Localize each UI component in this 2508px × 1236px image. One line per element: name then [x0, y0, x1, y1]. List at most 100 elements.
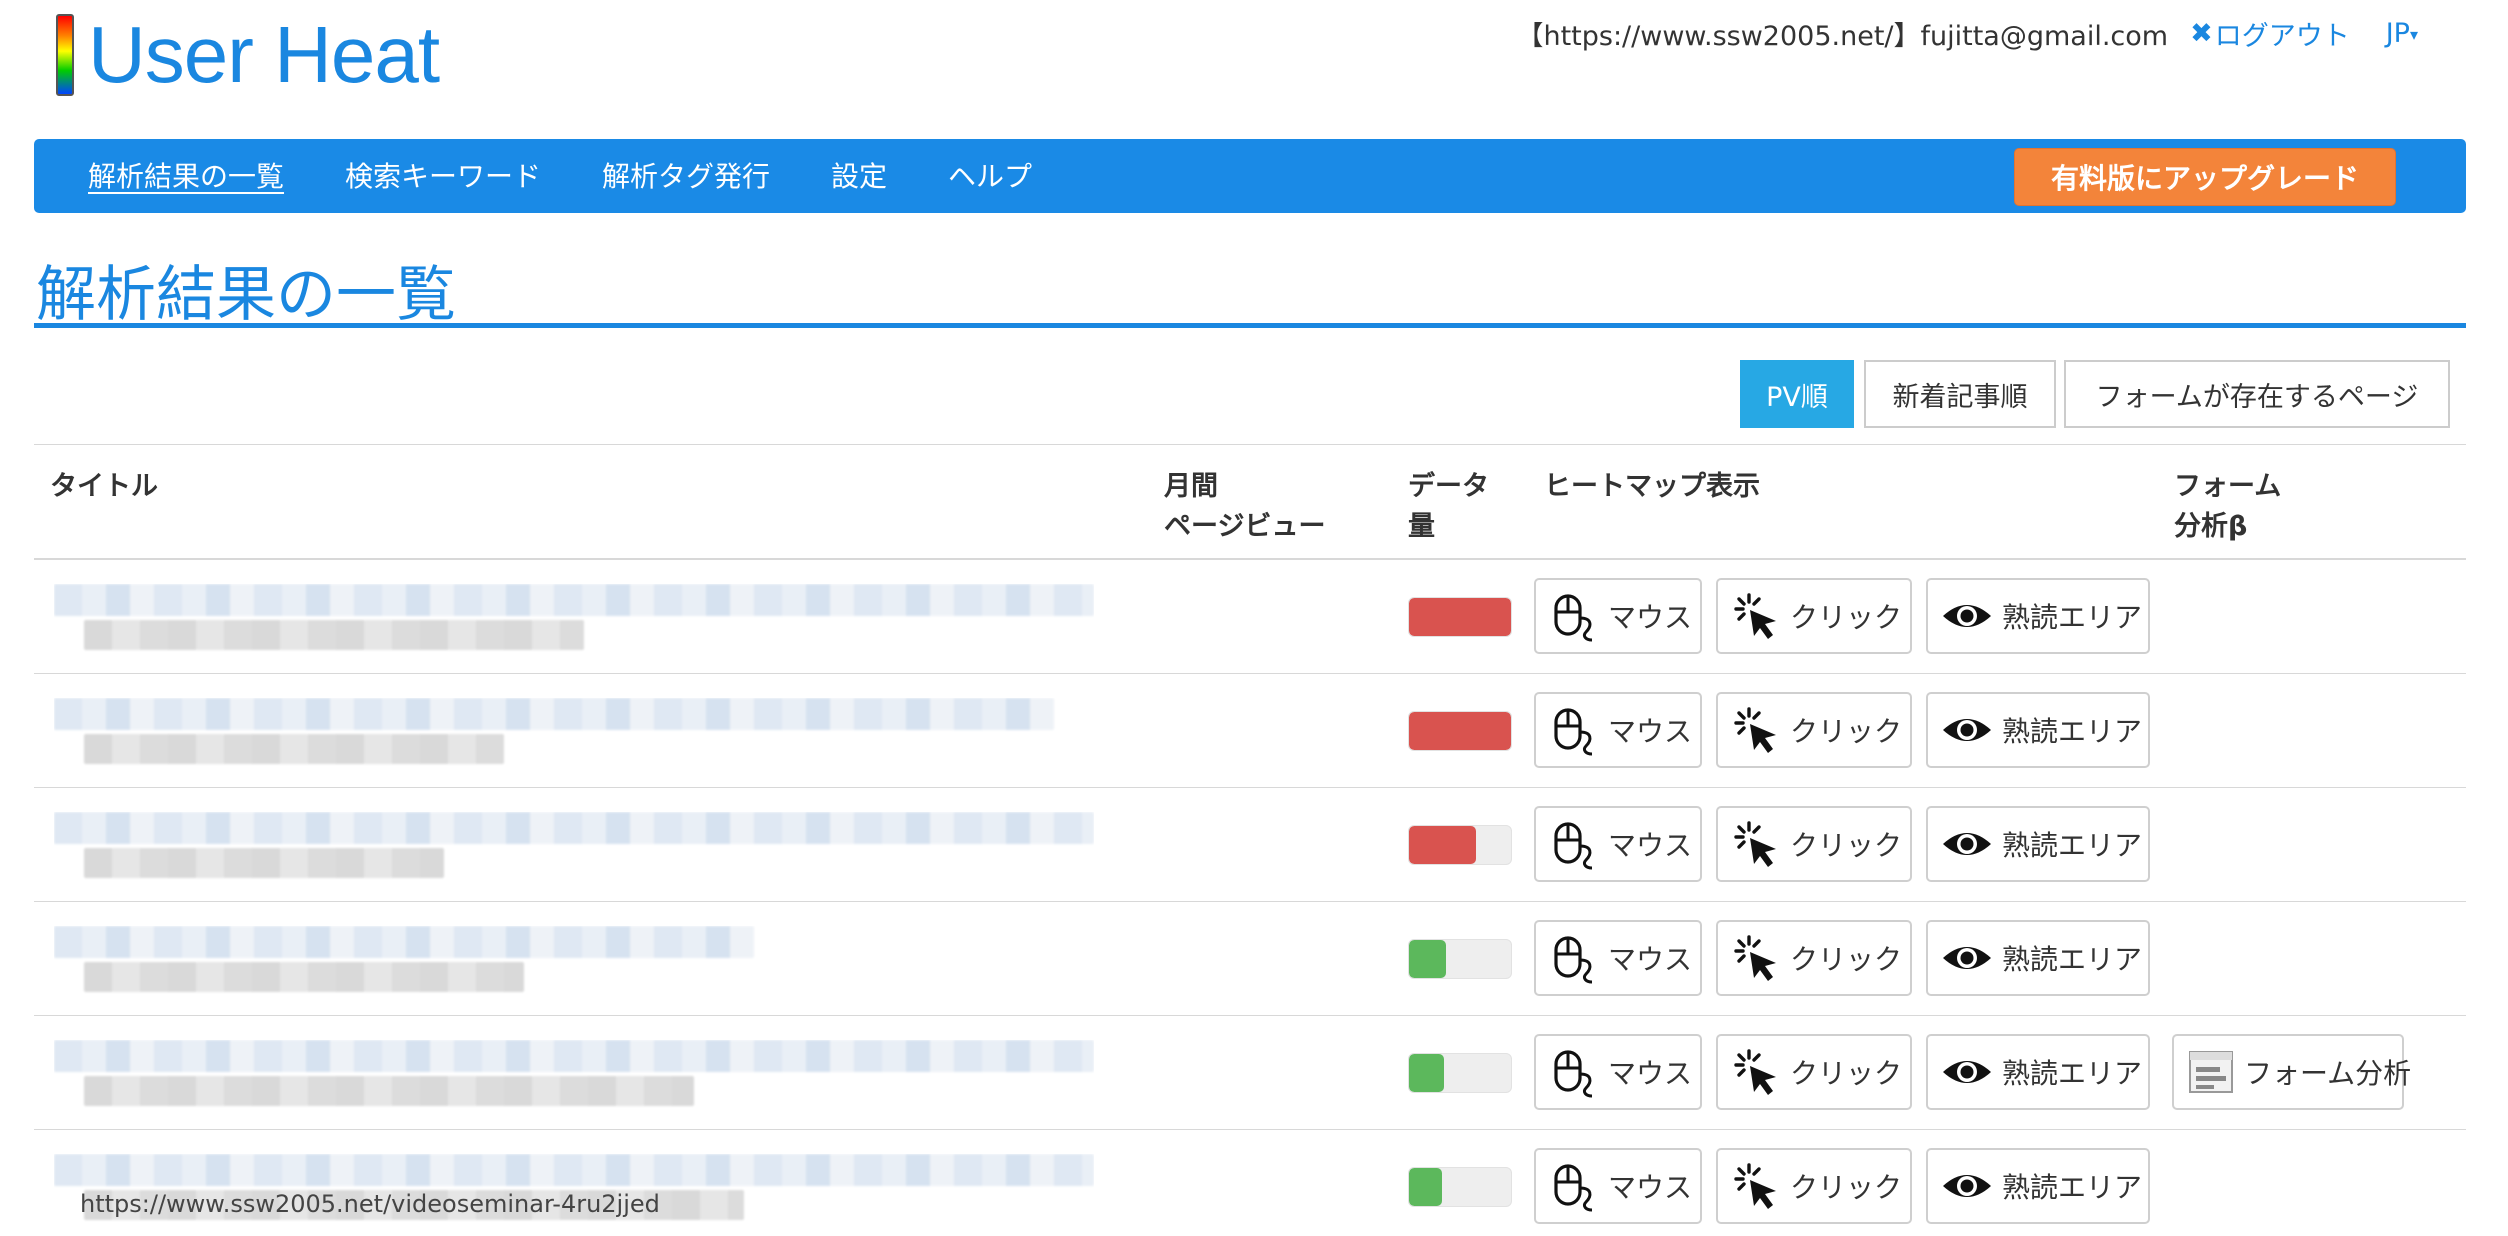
mouse-icon: [1554, 1050, 1593, 1098]
table-row: マウス クリック 熟読エリア: [34, 560, 2466, 674]
click-heatmap-button[interactable]: クリック: [1716, 578, 1912, 654]
redacted-url-line: [84, 734, 504, 764]
data-volume-fill: [1409, 1168, 1442, 1206]
click-heatmap-button[interactable]: クリック: [1716, 806, 1912, 882]
header-form-analysis: フォーム 分析β: [2174, 471, 2282, 542]
redacted-title-line: [54, 698, 1054, 730]
data-volume-meter: [1408, 711, 1512, 751]
cursor-click-icon: [1734, 1049, 1776, 1095]
redacted-title-line: [54, 584, 1094, 616]
mouse-icon: [1554, 708, 1593, 756]
form-analysis-button[interactable]: フォーム分析: [2172, 1034, 2411, 1110]
data-volume-meter: [1408, 597, 1512, 637]
reading-area-label: 熟読エリア: [2002, 829, 2143, 862]
click-heatmap-button[interactable]: クリック: [1716, 1034, 1912, 1110]
mouse-heatmap-button[interactable]: マウス: [1534, 578, 1702, 654]
data-volume-meter: [1408, 1167, 1512, 1207]
reading-area-label: 熟読エリア: [2002, 601, 2143, 634]
sort-new-button[interactable]: 新着記事順: [1864, 360, 2056, 428]
logo-text: User Heat: [88, 10, 440, 99]
mouse-icon: [1554, 594, 1593, 642]
nav-item-keywords[interactable]: 検索キーワード: [345, 155, 541, 195]
redacted-url-line: [84, 620, 584, 650]
account-bar: 【https://www.ssw2005.net/】fujitta@gmail.…: [1516, 14, 2418, 53]
mouse-heatmap-button[interactable]: マウス: [1534, 1034, 1702, 1110]
mouse-heatmap-button[interactable]: マウス: [1534, 920, 1702, 996]
eye-icon: [1943, 719, 1991, 741]
upgrade-button[interactable]: 有料版にアップグレード: [2014, 148, 2396, 206]
header-heatmap: ヒートマップ表示: [1544, 471, 1760, 502]
eye-icon: [1943, 1061, 1991, 1083]
cursor-click-icon: [1734, 707, 1776, 753]
page-title-redacted[interactable]: [54, 926, 1094, 1000]
redacted-url-line: [84, 848, 444, 878]
redacted-title-line: [54, 1040, 1094, 1072]
page-title-redacted[interactable]: [54, 698, 1094, 772]
nav-item-tag[interactable]: 解析タグ発行: [602, 155, 770, 195]
click-heatmap-button[interactable]: クリック: [1716, 920, 1912, 996]
mouse-label: マウス: [1608, 829, 1693, 862]
nav-item-settings[interactable]: 設定: [831, 155, 887, 195]
mouse-icon: [1554, 936, 1593, 984]
mouse-icon: [1554, 822, 1593, 870]
click-heatmap-button[interactable]: クリック: [1716, 692, 1912, 768]
eye-icon: [1943, 1175, 1991, 1197]
cursor-click-icon: [1734, 1163, 1776, 1209]
cursor-click-icon: [1734, 593, 1776, 639]
reading-area-button[interactable]: 熟読エリア: [1926, 578, 2150, 654]
header-title: タイトル: [50, 471, 158, 502]
cursor-click-icon: [1734, 935, 1776, 981]
mouse-label: マウス: [1608, 1171, 1693, 1204]
mouse-heatmap-button[interactable]: マウス: [1534, 1148, 1702, 1224]
data-volume-meter: [1408, 825, 1512, 865]
redacted-url-line: [84, 962, 524, 992]
table-row: マウス クリック 熟読エリア フォーム分析: [34, 1016, 2466, 1130]
logo[interactable]: User Heat: [56, 10, 440, 99]
nav-item-results[interactable]: 解析結果の一覧: [88, 155, 284, 195]
table-row: マウス クリック 熟読エリア: [34, 1130, 2466, 1236]
reading-area-button[interactable]: 熟読エリア: [1926, 1034, 2150, 1110]
mouse-heatmap-button[interactable]: マウス: [1534, 806, 1702, 882]
page-title-redacted[interactable]: [54, 812, 1094, 886]
redacted-title-line: [54, 926, 754, 958]
results-table: タイトル 月間 ページビュー データ 量 ヒートマップ表示 フォーム 分析β マ…: [34, 444, 2466, 1236]
logout-link[interactable]: ✖ ログアウト: [2190, 14, 2350, 53]
mouse-label: マウス: [1608, 1057, 1693, 1090]
reading-area-button[interactable]: 熟読エリア: [1926, 920, 2150, 996]
reading-area-label: 熟読エリア: [2002, 715, 2143, 748]
reading-area-button[interactable]: 熟読エリア: [1926, 806, 2150, 882]
language-dropdown[interactable]: JP▾: [2386, 18, 2418, 49]
click-label: クリック: [1790, 1057, 1903, 1090]
eye-icon: [1943, 833, 1991, 855]
click-heatmap-button[interactable]: クリック: [1716, 1148, 1912, 1224]
page-title-redacted[interactable]: [54, 1040, 1094, 1114]
sort-form-button[interactable]: フォームが存在するページ: [2064, 360, 2450, 428]
click-label: クリック: [1790, 601, 1903, 634]
header-monthly-pv: 月間 ページビュー: [1164, 471, 1326, 542]
table-header: タイトル 月間 ページビュー データ 量 ヒートマップ表示 フォーム 分析β: [34, 444, 2466, 560]
reading-area-label: 熟読エリア: [2002, 943, 2143, 976]
close-icon: ✖: [2190, 18, 2213, 49]
logout-label: ログアウト: [2214, 21, 2350, 52]
sort-pv-button[interactable]: PV順: [1740, 360, 1854, 428]
mouse-heatmap-button[interactable]: マウス: [1534, 692, 1702, 768]
reading-area-button[interactable]: 熟読エリア: [1926, 1148, 2150, 1224]
form-analysis-label: フォーム分析: [2244, 1057, 2412, 1090]
header-data-volume: データ 量: [1408, 471, 1489, 542]
click-label: クリック: [1790, 829, 1903, 862]
cursor-click-icon: [1734, 821, 1776, 867]
eye-icon: [1943, 605, 1991, 627]
caret-down-icon: ▾: [2409, 25, 2418, 44]
click-label: クリック: [1790, 1171, 1903, 1204]
nav-item-help[interactable]: ヘルプ: [948, 155, 1032, 195]
table-row: マウス クリック 熟読エリア: [34, 674, 2466, 788]
data-volume-fill: [1409, 712, 1511, 750]
form-icon: [2189, 1051, 2233, 1093]
redacted-title-line: [54, 1154, 1094, 1186]
reading-area-button[interactable]: 熟読エリア: [1926, 692, 2150, 768]
language-label: JP: [2385, 18, 2410, 49]
reading-area-label: 熟読エリア: [2002, 1057, 2143, 1090]
mouse-label: マウス: [1608, 715, 1693, 748]
page-title-redacted[interactable]: [54, 584, 1094, 658]
click-label: クリック: [1790, 943, 1903, 976]
